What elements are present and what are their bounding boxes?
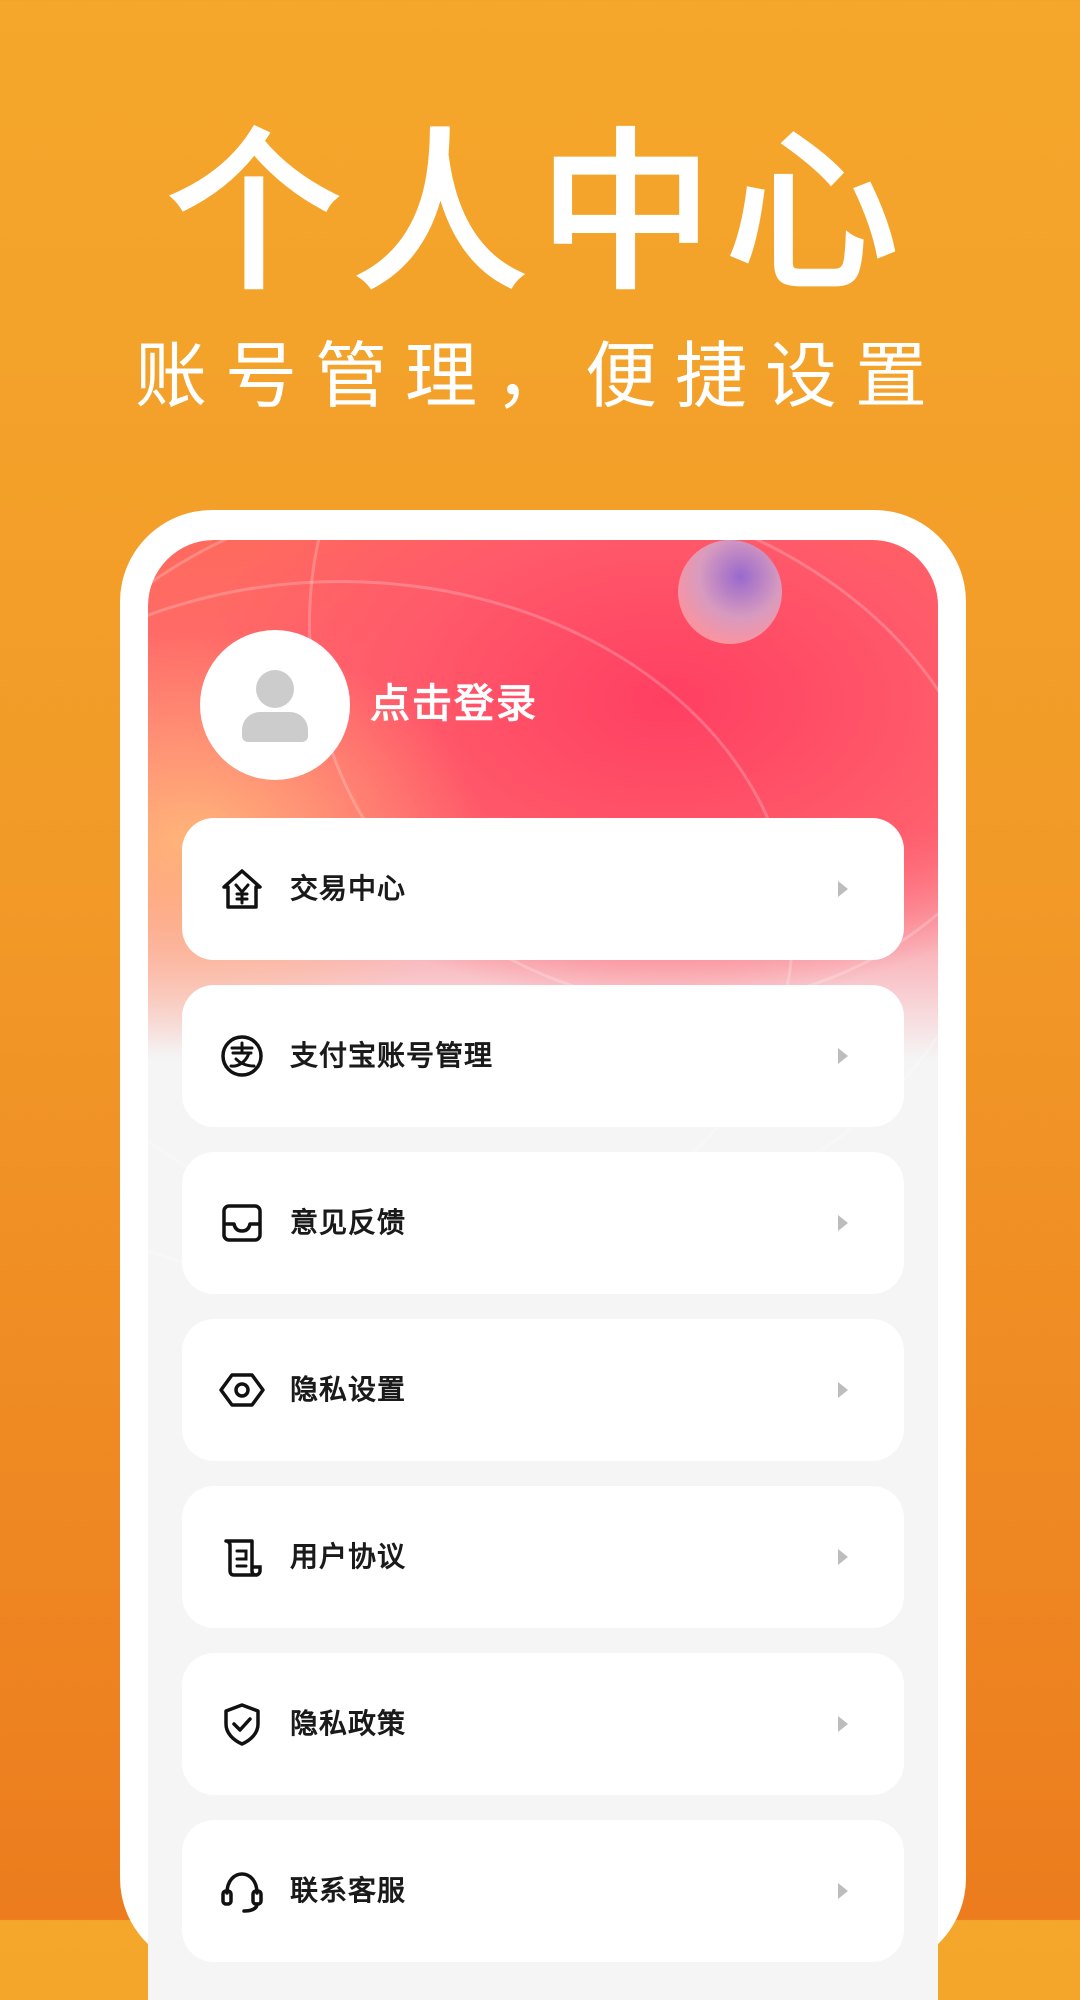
login-link[interactable]: 点击登录 [370, 680, 538, 728]
chevron-right-icon [838, 881, 848, 897]
inbox-icon [222, 1204, 262, 1242]
menu-item-alipay-account[interactable]: 支付宝账号管理 [182, 985, 904, 1127]
menu-label: 交易中心 [290, 872, 407, 905]
phone-screen: 点击登录 交易中心 支付宝账号管理 意见反馈 隐私设置 用户协议 隐私政策 联系… [148, 540, 938, 2000]
chevron-right-icon [838, 1716, 848, 1732]
chevron-right-icon [838, 1883, 848, 1899]
chevron-right-icon [838, 1215, 848, 1231]
headset-icon [221, 1872, 263, 1913]
user-avatar-icon [256, 670, 294, 708]
menu-item-privacy-settings[interactable]: 隐私设置 [182, 1319, 904, 1461]
shield-check-icon [224, 1703, 260, 1746]
menu-label: 意见反馈 [290, 1206, 407, 1239]
menu-label: 隐私政策 [290, 1707, 407, 1740]
phone-frame: 点击登录 交易中心 支付宝账号管理 意见反馈 隐私设置 用户协议 隐私政策 联系… [120, 510, 966, 2000]
decor-bubble [678, 540, 782, 644]
promo-title: 个人中心 [168, 113, 912, 314]
menu-label: 用户协议 [290, 1540, 407, 1573]
menu-item-transaction-center[interactable]: 交易中心 [182, 818, 904, 960]
house-yen-icon [222, 869, 262, 909]
avatar[interactable] [200, 630, 350, 780]
user-avatar-icon-body [242, 712, 308, 742]
menu-label: 支付宝账号管理 [290, 1039, 494, 1072]
profile-header-background [148, 540, 938, 1286]
chevron-right-icon [838, 1382, 848, 1398]
chevron-right-icon [838, 1549, 848, 1565]
scroll-document-icon [224, 1539, 262, 1577]
hex-nut-icon [219, 1373, 265, 1407]
menu-label: 隐私设置 [290, 1373, 407, 1406]
menu-item-feedback[interactable]: 意见反馈 [182, 1152, 904, 1294]
alipay-icon [221, 1035, 263, 1077]
menu-item-customer-service[interactable]: 联系客服 [182, 1820, 904, 1962]
menu-item-user-agreement[interactable]: 用户协议 [182, 1486, 904, 1628]
promo-subtitle: 账号管理，便捷设置 [134, 334, 945, 418]
menu-label: 联系客服 [290, 1874, 407, 1907]
menu-item-privacy-policy[interactable]: 隐私政策 [182, 1653, 904, 1795]
chevron-right-icon [838, 1048, 848, 1064]
